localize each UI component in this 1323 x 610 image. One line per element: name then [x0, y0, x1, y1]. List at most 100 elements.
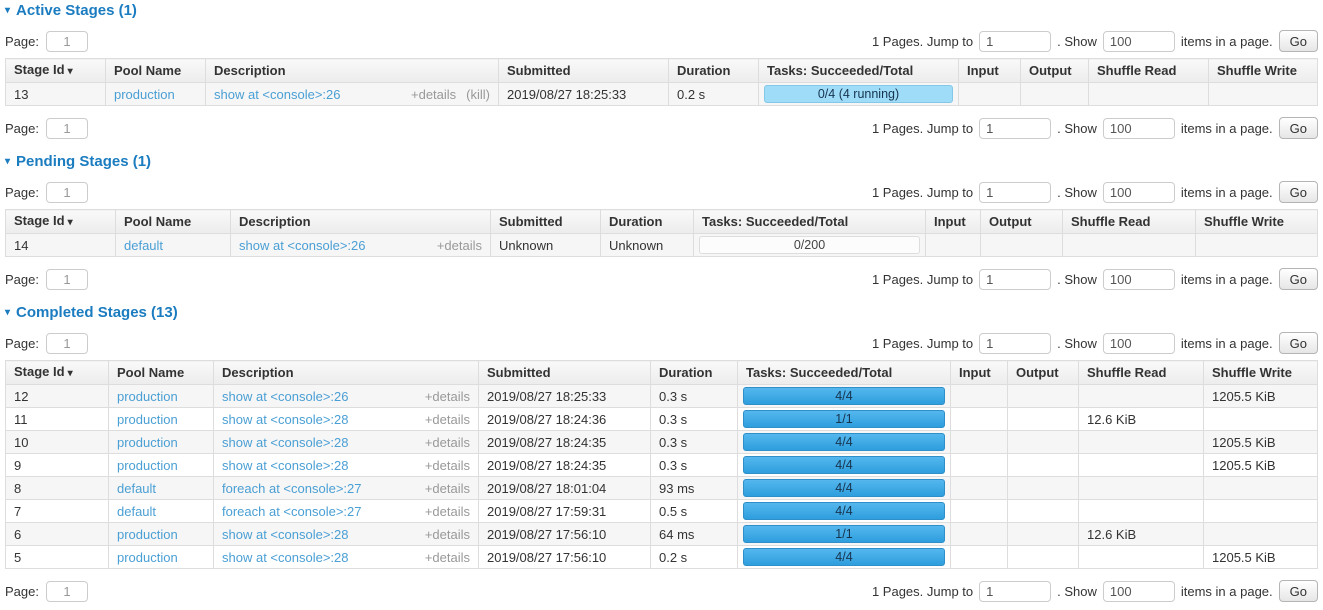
page-size-input[interactable] — [1103, 269, 1175, 290]
column-header-stage-id[interactable]: Stage Id▾ — [6, 59, 106, 83]
details-toggle[interactable]: +details — [425, 504, 470, 519]
items-per-page-label: items in a page. — [1181, 272, 1273, 287]
jump-to-page-input[interactable] — [979, 182, 1051, 203]
details-toggle[interactable]: +details — [425, 550, 470, 565]
go-button[interactable]: Go — [1279, 268, 1318, 290]
column-header-description[interactable]: Description — [214, 361, 479, 385]
column-header-description[interactable]: Description — [231, 210, 491, 234]
description-link[interactable]: show at <console>:28 — [222, 550, 348, 565]
cell-description: show at <console>:28 +details — [214, 454, 479, 477]
kill-link[interactable]: (kill) — [466, 87, 490, 102]
page-number-input[interactable] — [46, 581, 88, 602]
column-header-stage-id[interactable]: Stage Id▾ — [6, 210, 116, 234]
column-header-input[interactable]: Input — [926, 210, 981, 234]
page-size-input[interactable] — [1103, 333, 1175, 354]
cell-pool-name: production — [109, 431, 214, 454]
cell-submitted: 2019/08/27 18:01:04 — [479, 477, 651, 500]
description-link[interactable]: foreach at <console>:27 — [222, 481, 362, 496]
column-header-submitted[interactable]: Submitted — [479, 361, 651, 385]
description-link[interactable]: show at <console>:28 — [222, 527, 348, 542]
column-header-pool-name[interactable]: Pool Name — [116, 210, 231, 234]
column-header-shuffle-write[interactable]: Shuffle Write — [1209, 59, 1318, 83]
pool-name-link[interactable]: production — [117, 435, 178, 450]
jump-to-page-input[interactable] — [979, 31, 1051, 52]
cell-output — [1008, 431, 1079, 454]
column-header-pool-name[interactable]: Pool Name — [106, 59, 206, 83]
page-number-input[interactable] — [46, 269, 88, 290]
pool-name-link[interactable]: default — [124, 238, 163, 253]
tasks-progress-bar: 1/1 — [743, 525, 945, 543]
cell-shuffle-write — [1204, 477, 1318, 500]
go-button[interactable]: Go — [1279, 181, 1318, 203]
description-link[interactable]: foreach at <console>:27 — [222, 504, 362, 519]
column-header-duration[interactable]: Duration — [601, 210, 694, 234]
jump-to-page-input[interactable] — [979, 581, 1051, 602]
details-toggle[interactable]: +details — [425, 435, 470, 450]
pages-count-text: 1 Pages. Jump to — [872, 121, 973, 136]
jump-to-page-input[interactable] — [979, 118, 1051, 139]
description-link[interactable]: show at <console>:26 — [222, 389, 348, 404]
go-button[interactable]: Go — [1279, 30, 1318, 52]
column-header-output[interactable]: Output — [1021, 59, 1089, 83]
go-button[interactable]: Go — [1279, 332, 1318, 354]
page-size-input[interactable] — [1103, 581, 1175, 602]
page-number-input[interactable] — [46, 31, 88, 52]
go-button[interactable]: Go — [1279, 580, 1318, 602]
details-toggle[interactable]: +details — [425, 481, 470, 496]
cell-description: show at <console>:28 +details — [214, 431, 479, 454]
page-label: Page: — [5, 584, 39, 599]
column-header-tasks[interactable]: Tasks: Succeeded/Total — [759, 59, 959, 83]
page-size-input[interactable] — [1103, 182, 1175, 203]
details-toggle[interactable]: +details — [425, 412, 470, 427]
column-header-submitted[interactable]: Submitted — [499, 59, 669, 83]
section-heading-completed[interactable]: ▾Completed Stages (13) — [5, 304, 1318, 321]
details-toggle[interactable]: +details — [437, 238, 482, 253]
description-link[interactable]: show at <console>:28 — [222, 458, 348, 473]
items-per-page-label: items in a page. — [1181, 584, 1273, 599]
section-heading-pending[interactable]: ▾Pending Stages (1) — [5, 153, 1318, 170]
description-link[interactable]: show at <console>:26 — [239, 238, 365, 253]
jump-to-page-input[interactable] — [979, 333, 1051, 354]
column-header-submitted[interactable]: Submitted — [491, 210, 601, 234]
pool-name-link[interactable]: production — [117, 389, 178, 404]
jump-to-page-input[interactable] — [979, 269, 1051, 290]
column-header-description[interactable]: Description — [206, 59, 499, 83]
column-header-duration[interactable]: Duration — [651, 361, 738, 385]
column-header-input[interactable]: Input — [951, 361, 1008, 385]
column-header-tasks[interactable]: Tasks: Succeeded/Total — [694, 210, 926, 234]
page-number-input[interactable] — [46, 333, 88, 354]
column-header-duration[interactable]: Duration — [669, 59, 759, 83]
pool-name-link[interactable]: default — [117, 481, 156, 496]
pool-name-link[interactable]: production — [117, 412, 178, 427]
cell-shuffle-write — [1204, 500, 1318, 523]
column-header-shuffle-read[interactable]: Shuffle Read — [1079, 361, 1204, 385]
column-header-pool-name[interactable]: Pool Name — [109, 361, 214, 385]
column-header-output[interactable]: Output — [981, 210, 1063, 234]
page-size-input[interactable] — [1103, 31, 1175, 52]
section-heading-active[interactable]: ▾Active Stages (1) — [5, 2, 1318, 19]
column-header-tasks[interactable]: Tasks: Succeeded/Total — [738, 361, 951, 385]
page-number-input[interactable] — [46, 182, 88, 203]
column-header-shuffle-read[interactable]: Shuffle Read — [1063, 210, 1196, 234]
page-size-input[interactable] — [1103, 118, 1175, 139]
details-toggle[interactable]: +details — [425, 389, 470, 404]
column-header-input[interactable]: Input — [959, 59, 1021, 83]
column-header-shuffle-write[interactable]: Shuffle Write — [1204, 361, 1318, 385]
details-toggle[interactable]: +details — [425, 458, 470, 473]
description-link[interactable]: show at <console>:28 — [222, 435, 348, 450]
pool-name-link[interactable]: production — [117, 458, 178, 473]
go-button[interactable]: Go — [1279, 117, 1318, 139]
column-header-shuffle-write[interactable]: Shuffle Write — [1196, 210, 1318, 234]
pool-name-link[interactable]: production — [117, 550, 178, 565]
column-header-output[interactable]: Output — [1008, 361, 1079, 385]
details-toggle[interactable]: +details — [425, 527, 470, 542]
column-header-shuffle-read[interactable]: Shuffle Read — [1089, 59, 1209, 83]
column-header-stage-id[interactable]: Stage Id▾ — [6, 361, 109, 385]
page-number-input[interactable] — [46, 118, 88, 139]
pool-name-link[interactable]: default — [117, 504, 156, 519]
pool-name-link[interactable]: production — [114, 87, 175, 102]
description-link[interactable]: show at <console>:26 — [214, 87, 340, 102]
description-link[interactable]: show at <console>:28 — [222, 412, 348, 427]
pool-name-link[interactable]: production — [117, 527, 178, 542]
details-toggle[interactable]: +details — [411, 87, 456, 102]
